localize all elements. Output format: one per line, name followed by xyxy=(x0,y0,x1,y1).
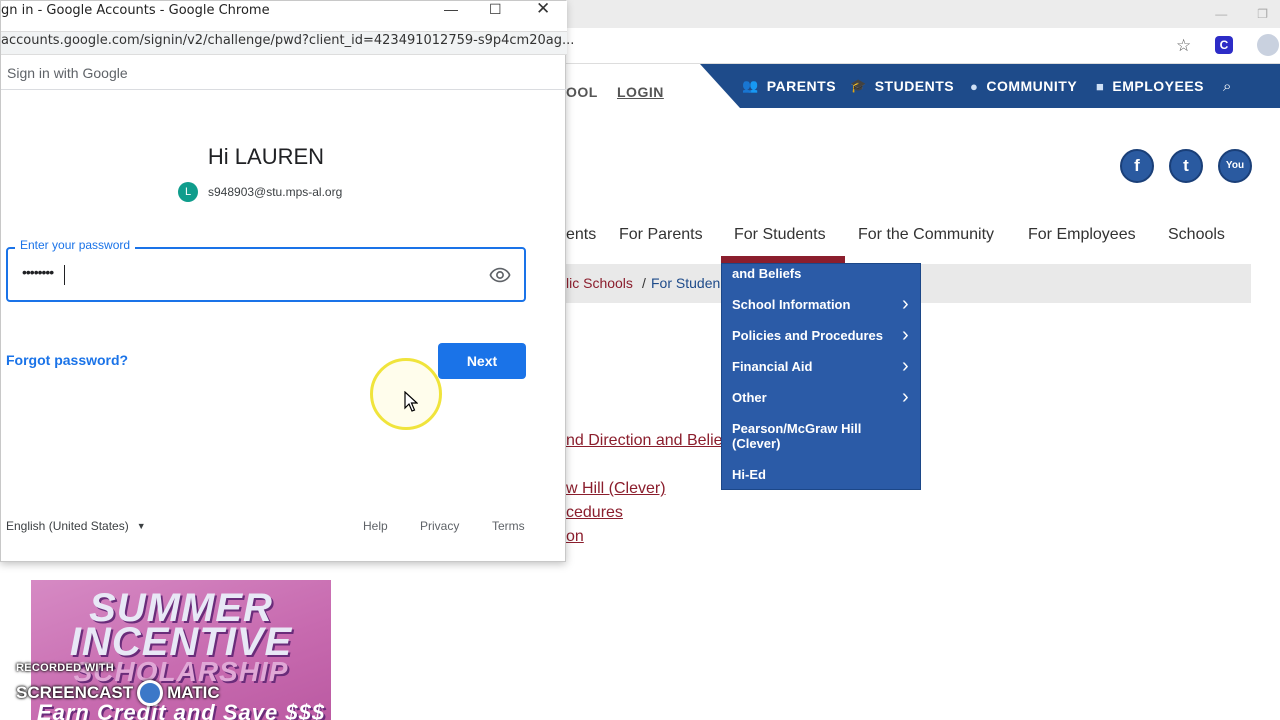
minimize-icon[interactable]: — xyxy=(1215,7,1227,21)
for-students-dropdown: and Beliefs School Information › Policie… xyxy=(721,263,921,490)
breadcrumb-separator: / xyxy=(642,275,646,291)
top-nav-employees[interactable]: ■ EMPLOYEES xyxy=(1096,78,1204,94)
watermark-left: SCREENCAST xyxy=(16,683,134,702)
chevron-right-icon: › xyxy=(902,386,909,408)
popup-window-title: gn in - Google Accounts - Google Chrome xyxy=(1,3,270,18)
main-nav-schools[interactable]: Schools xyxy=(1168,226,1225,244)
background-window-controls: — ❐ xyxy=(1215,0,1268,28)
star-icon[interactable]: ☆ xyxy=(1176,36,1191,56)
chevron-right-icon: › xyxy=(902,355,909,377)
chevron-right-icon: › xyxy=(902,293,909,315)
main-nav-for-employees[interactable]: For Employees xyxy=(1028,226,1136,244)
top-nav-label: COMMUNITY xyxy=(986,78,1078,94)
school-link[interactable]: OOL xyxy=(566,84,598,100)
caret-down-icon: ▼ xyxy=(136,521,146,531)
page-link-other[interactable]: on xyxy=(566,528,584,546)
dropdown-item-pearson[interactable]: Pearson/McGraw Hill (Clever) xyxy=(732,421,902,451)
account-email: s948903@stu.mps-al.org xyxy=(208,185,343,199)
page-link-direction[interactable]: nd Direction and Belie xyxy=(566,432,723,450)
dropdown-item-policies[interactable]: Policies and Procedures xyxy=(732,328,883,343)
screencast-watermark: SCREENCAST MATIC xyxy=(16,680,220,706)
password-field[interactable] xyxy=(6,247,526,302)
help-link[interactable]: Help xyxy=(363,519,388,533)
dropdown-item-other[interactable]: Other xyxy=(732,390,767,405)
graduation-cap-icon: 🎓 xyxy=(850,78,867,93)
forgot-password-link[interactable]: Forgot password? xyxy=(6,352,128,368)
show-password-eye-icon[interactable] xyxy=(489,264,511,286)
account-chip[interactable]: L s948903@stu.mps-al.org xyxy=(178,182,342,202)
top-nav-label: STUDENTS xyxy=(874,78,955,94)
main-nav-for-community[interactable]: For the Community xyxy=(858,226,994,244)
parents-icon: 👥 xyxy=(742,78,759,93)
watermark-right: MATIC xyxy=(167,683,220,702)
minimize-icon[interactable]: — xyxy=(444,1,458,17)
password-label: Enter your password xyxy=(15,238,136,252)
dropdown-item-beliefs[interactable]: and Beliefs xyxy=(732,266,801,281)
breadcrumb-schools[interactable]: lic Schools xyxy=(566,275,633,291)
twitter-icon[interactable]: t xyxy=(1169,149,1203,183)
popup-url[interactable]: accounts.google.com/signin/v2/challenge/… xyxy=(1,33,574,48)
greeting-title: Hi LAUREN xyxy=(207,144,325,169)
password-value[interactable]: •••••••• xyxy=(22,264,54,280)
page-link-procedures[interactable]: cedures xyxy=(566,504,623,522)
chevron-right-icon: › xyxy=(902,324,909,346)
breadcrumb-current[interactable]: For Studen xyxy=(651,275,720,291)
facebook-icon[interactable]: f xyxy=(1120,149,1154,183)
top-nav-community[interactable]: ● COMMUNITY xyxy=(970,78,1077,94)
top-nav-students[interactable]: 🎓 STUDENTS xyxy=(850,78,954,94)
language-selector[interactable]: English (United States) ▼ xyxy=(6,519,146,533)
privacy-link[interactable]: Privacy xyxy=(420,519,459,533)
mouse-cursor-icon xyxy=(404,391,418,412)
dropdown-item-hi-ed[interactable]: Hi-Ed xyxy=(732,467,766,482)
dropdown-item-financial-aid[interactable]: Financial Aid xyxy=(732,359,812,374)
profile-avatar[interactable] xyxy=(1257,34,1279,56)
next-button[interactable]: Next xyxy=(438,343,526,379)
active-nav-indicator xyxy=(721,256,845,263)
youtube-icon[interactable]: You xyxy=(1218,149,1252,183)
close-icon[interactable]: ✕ xyxy=(536,0,550,19)
terms-link[interactable]: Terms xyxy=(492,519,525,533)
signin-header: Sign in with Google xyxy=(7,65,128,81)
page-link-clever[interactable]: w Hill (Clever) xyxy=(566,480,666,498)
maximize-icon[interactable]: ☐ xyxy=(489,1,502,18)
restore-icon[interactable]: ❐ xyxy=(1257,7,1268,21)
top-nav-label: EMPLOYEES xyxy=(1112,78,1204,94)
search-icon[interactable]: ⌕ xyxy=(1223,78,1231,95)
record-dot-icon xyxy=(137,680,164,706)
dropdown-item-school-information[interactable]: School Information xyxy=(732,297,850,312)
top-nav-label: PARENTS xyxy=(766,78,837,94)
main-nav-for-parents[interactable]: For Parents xyxy=(619,226,703,244)
language-label: English (United States) xyxy=(6,519,129,533)
google-signin-popup: gn in - Google Accounts - Google Chrome … xyxy=(0,0,574,562)
header-divider xyxy=(1,89,567,90)
extension-icon[interactable]: C xyxy=(1215,36,1233,54)
briefcase-icon: ■ xyxy=(1096,78,1105,94)
watermark-recorded-with: RECORDED WITH xyxy=(16,662,115,674)
text-caret xyxy=(64,265,65,285)
globe-icon: ● xyxy=(970,78,979,94)
main-nav-for-students[interactable]: For Students xyxy=(734,226,826,244)
top-nav-parents[interactable]: 👥 PARENTS xyxy=(742,78,836,94)
avatar: L xyxy=(178,182,198,202)
main-nav-students-partial[interactable]: ents xyxy=(566,226,596,244)
login-link[interactable]: LOGIN xyxy=(617,84,664,100)
